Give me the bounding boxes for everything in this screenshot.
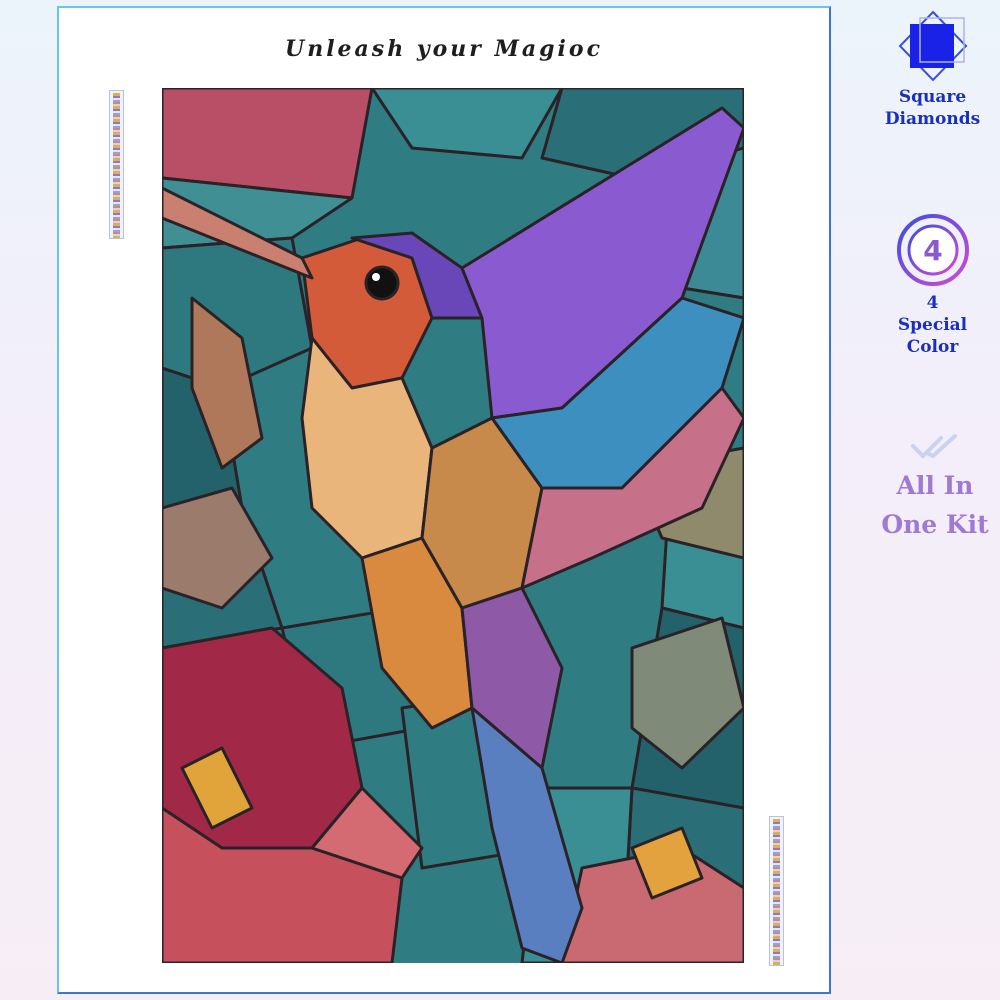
artwork-image (162, 88, 744, 963)
feature-square-diamonds: Square Diamonds (880, 10, 985, 130)
number-badge-icon: 4 (896, 214, 969, 286)
feature-label-line: One Kit (881, 510, 989, 539)
feature-special-color: 4 4 Special Color (880, 212, 985, 358)
feature-label: 4 Special Color (880, 292, 985, 358)
square-diamond-icon (898, 10, 967, 82)
color-legend-strip-bottom (769, 816, 784, 966)
feature-label-line: 4 (926, 293, 939, 313)
feature-label: Square Diamonds (880, 86, 985, 130)
badge-number: 4 (923, 234, 942, 267)
feature-label-line: Square (898, 87, 967, 107)
color-legend-strip-top (109, 90, 124, 239)
poster-headline: Unleash your Magioc (285, 36, 603, 62)
feature-label-line: All In (896, 471, 974, 500)
poster-frame: Unleash your Magioc (57, 6, 831, 994)
feature-all-in-one-kit: All In One Kit (870, 432, 1000, 544)
feature-label-line: Color (906, 337, 959, 357)
feature-label-line: Diamonds (884, 109, 981, 129)
feature-label: All In One Kit (870, 466, 1000, 544)
feature-label-line: Special (897, 315, 968, 335)
double-check-icon (911, 434, 957, 459)
